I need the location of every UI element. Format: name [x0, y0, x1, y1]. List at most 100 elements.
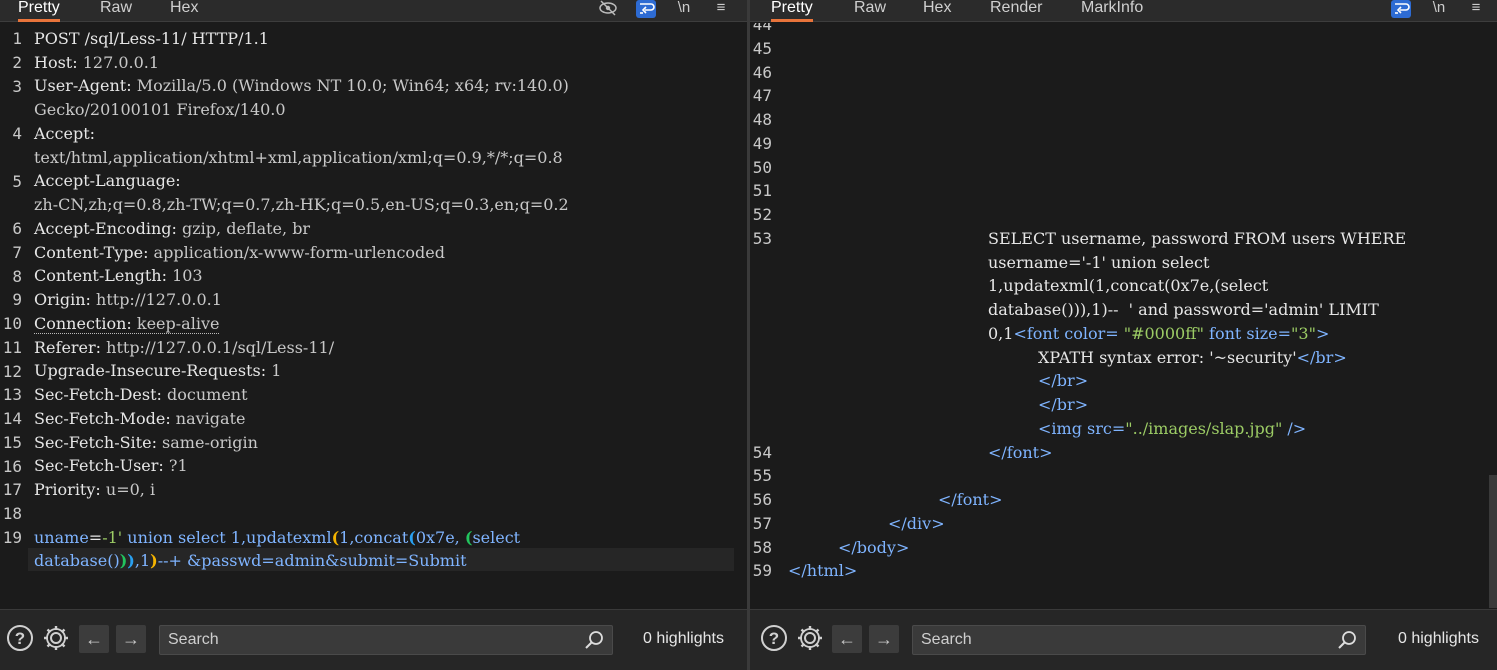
- tab-raw[interactable]: Raw: [854, 0, 886, 22]
- newline-icon[interactable]: \n: [674, 0, 694, 18]
- request-search[interactable]: [159, 625, 613, 655]
- response-tab-bar: Pretty Raw Hex Render MarkInfo \n ≡: [750, 0, 1497, 22]
- request-highlights-count: 0 highlights: [643, 630, 724, 647]
- response-gutter: 44 45 46 47 48 49 50 51 52 53 54 55 56 57 58 59: [750, 23, 780, 608]
- request-search-input[interactable]: [160, 626, 582, 654]
- forward-arrow-icon[interactable]: →: [116, 625, 146, 653]
- line-number: 7: [12, 242, 22, 262]
- response-sql-line: database())),1)-- ' and password='admin'…: [988, 300, 1379, 319]
- header-sec-fetch-user: Sec-Fetch-User: ?1: [34, 456, 188, 475]
- request-line: POST /sql/Less-11/ HTTP/1.1: [34, 29, 269, 48]
- tab-markinfo[interactable]: MarkInfo: [1081, 0, 1143, 22]
- forward-arrow-icon[interactable]: →: [869, 625, 899, 653]
- response-pane: Pretty Raw Hex Render MarkInfo \n ≡ 44 45…: [750, 0, 1497, 670]
- header-sec-fetch-mode: Sec-Fetch-Mode: navigate: [34, 409, 246, 428]
- header-sec-fetch-dest: Sec-Fetch-Dest: document: [34, 385, 248, 404]
- line-number: 17: [2, 480, 22, 500]
- tab-hex[interactable]: Hex: [923, 0, 951, 22]
- back-arrow-icon[interactable]: ←: [79, 625, 109, 653]
- tab-hex[interactable]: Hex: [170, 0, 198, 22]
- line-number: 47: [752, 86, 772, 106]
- line-number: 55: [752, 466, 772, 486]
- line-number: 57: [752, 513, 772, 533]
- response-sql-line: SELECT username, password FROM users WHE…: [988, 229, 1407, 248]
- line-number: 2: [12, 52, 22, 72]
- response-sql-line: username='-1' union select: [988, 253, 1210, 272]
- tab-render[interactable]: Render: [990, 0, 1042, 22]
- settings-gear-icon[interactable]: [42, 624, 70, 652]
- svg-text:?: ?: [769, 629, 779, 648]
- back-arrow-icon[interactable]: ←: [832, 625, 862, 653]
- tab-pretty[interactable]: Pretty: [771, 0, 813, 22]
- request-body-line2: database())),1)--+ &passwd=admin&submit=…: [34, 551, 467, 570]
- settings-gear-icon[interactable]: [796, 624, 824, 652]
- response-div-close-line: </div>: [888, 514, 945, 533]
- response-br-line: </br>: [1038, 395, 1089, 414]
- wrap-icon[interactable]: [636, 0, 656, 18]
- line-number: 3: [12, 76, 22, 96]
- line-number: 45: [752, 38, 772, 58]
- header-accept: Accept:: [34, 124, 96, 143]
- menu-icon[interactable]: ≡: [711, 0, 731, 18]
- line-number: 5: [12, 171, 22, 191]
- line-number: 9: [12, 290, 22, 310]
- response-img-line: <img src="../images/slap.jpg" />: [1038, 419, 1307, 438]
- line-number: 53: [752, 228, 772, 248]
- header-user-agent: User-Agent: Mozilla/5.0 (Windows NT 10.0…: [34, 76, 569, 95]
- tab-pretty[interactable]: Pretty: [18, 0, 60, 22]
- response-xpath-error-line: XPATH syntax error: '~security'</br>: [1038, 348, 1347, 367]
- header-accept-value: text/html,application/xhtml+xml,applicat…: [34, 148, 563, 167]
- line-number: 14: [2, 409, 22, 429]
- response-br-line: </br>: [1038, 371, 1089, 390]
- response-footer: ? ← → 0 highlights: [750, 609, 1497, 670]
- tab-raw[interactable]: Raw: [100, 0, 132, 22]
- response-search-input[interactable]: [913, 626, 1335, 654]
- newline-icon[interactable]: \n: [1429, 0, 1449, 18]
- line-number: 46: [752, 62, 772, 82]
- header-accept-encoding: Accept-Encoding: gzip, deflate, br: [34, 219, 311, 238]
- line-number: 50: [752, 157, 772, 177]
- header-content-length: Content-Length: 103: [34, 266, 203, 285]
- line-number: 10: [2, 314, 22, 334]
- response-sql-line: 1,updatexml(1,concat(0x7e,(select: [988, 276, 1269, 295]
- line-number: 1: [12, 29, 22, 48]
- request-body-line1: uname=-1' union select 1,updatexml(1,con…: [34, 528, 521, 547]
- wrap-icon[interactable]: [1391, 0, 1411, 18]
- svg-text:?: ?: [15, 629, 25, 648]
- line-number: 6: [12, 219, 22, 239]
- header-connection: Connection: keep-alive: [34, 314, 220, 334]
- request-footer: ? ← → 0 highlights: [0, 609, 747, 670]
- response-html-close-line: </html>: [788, 561, 858, 580]
- search-icon[interactable]: [584, 630, 604, 650]
- line-number: 13: [2, 385, 22, 405]
- line-number: 58: [752, 537, 772, 557]
- response-body-close-line: </body>: [838, 538, 910, 557]
- request-gutter: 1 2 3 4 5 6 7 8 9 10 11 12 13 14 15 16 17 18 19: [0, 23, 26, 608]
- line-number: 4: [12, 124, 22, 144]
- line-number: 52: [752, 205, 772, 225]
- request-pane: Pretty Raw Hex \n ≡ 1 2 3 4 5 6 7 8 9 10 11 12 13 14 1…: [0, 0, 747, 670]
- help-icon[interactable]: ?: [6, 624, 34, 652]
- menu-icon[interactable]: ≡: [1466, 0, 1486, 18]
- response-editor[interactable]: 44 45 46 47 48 49 50 51 52 53 54 55 56 57 58 59 SELECT …: [750, 23, 1497, 608]
- response-font-close-line: </font>: [938, 490, 1003, 509]
- response-scrollbar[interactable]: [1489, 475, 1497, 608]
- eye-slash-icon[interactable]: [598, 0, 618, 18]
- header-host: Host: 127.0.0.1: [34, 53, 160, 72]
- help-icon[interactable]: ?: [760, 624, 788, 652]
- line-number: 44: [752, 23, 772, 34]
- header-origin: Origin: http://127.0.0.1: [34, 290, 222, 309]
- line-number: 18: [2, 504, 22, 524]
- line-number: 8: [12, 266, 22, 286]
- line-number: 49: [752, 133, 772, 153]
- line-number: 54: [752, 442, 772, 462]
- header-priority: Priority: u=0, i: [34, 480, 156, 499]
- header-sec-fetch-site: Sec-Fetch-Site: same-origin: [34, 433, 258, 452]
- search-icon[interactable]: [1337, 630, 1357, 650]
- line-number: 59: [752, 561, 772, 581]
- response-font-close-line: </font>: [988, 443, 1053, 462]
- response-search[interactable]: [912, 625, 1366, 655]
- header-accept-language-value: zh-CN,zh;q=0.8,zh-TW;q=0.7,zh-HK;q=0.5,e…: [34, 195, 569, 214]
- request-tab-bar: Pretty Raw Hex \n ≡: [0, 0, 747, 22]
- request-editor[interactable]: 1 2 3 4 5 6 7 8 9 10 11 12 13 14 15 16 17 18 19 POST /sql/…: [0, 23, 747, 608]
